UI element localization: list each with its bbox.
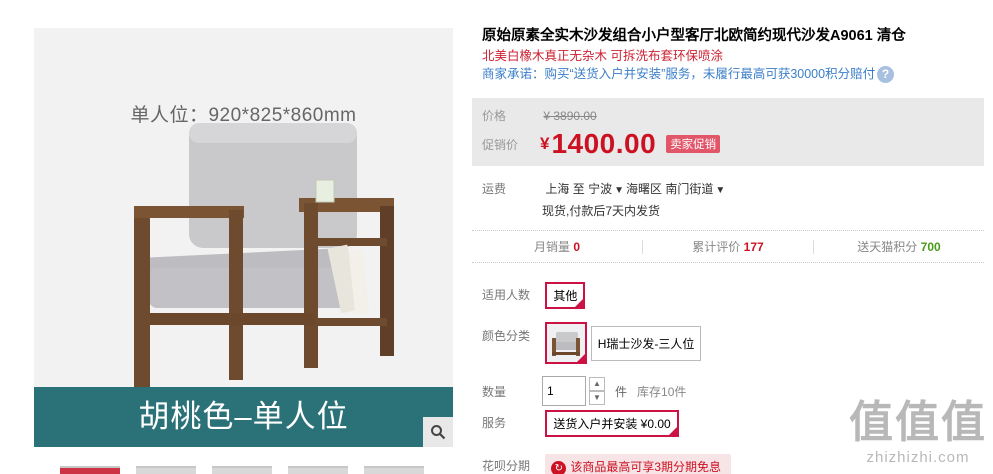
- color-option[interactable]: H瑞士沙发-三人位: [590, 325, 702, 361]
- promo-price-label: 促销价: [482, 137, 519, 152]
- stat-label: 送天猫积分: [857, 239, 918, 254]
- installment-label: 花呗分期: [482, 459, 531, 473]
- product-image-gallery[interactable]: 单人位：920*825*860mm 胡桃色–单人位: [34, 28, 453, 447]
- thumbnail[interactable]: [60, 466, 120, 474]
- stats-bar: 月销量 0 累计评价 177 送天猫积分 700: [472, 230, 984, 263]
- quantity-stepper[interactable]: ▲ ▼: [589, 377, 605, 405]
- shipping-note: 现货,付款后7天内发货: [542, 204, 661, 218]
- color-row: 颜色分类 H瑞士沙发-三人位: [482, 322, 702, 364]
- shipping-district[interactable]: 海曙区: [626, 182, 662, 196]
- quantity-row: 数量 ▲ ▼ 件 库存10件: [482, 376, 686, 406]
- original-price-row: 价格 ¥ 3890.00: [482, 107, 597, 124]
- merchant-promise-text[interactable]: 商家承诺：购买“送货入户并安装”服务，未履行最高可获30000积分赔付: [482, 65, 875, 83]
- stat-reviews[interactable]: 累计评价 177: [643, 239, 814, 254]
- watermark: 值值值 zhizhizhi.com: [849, 397, 987, 467]
- merchant-promise[interactable]: 商家承诺：购买“送货入户并安装”服务，未履行最高可获30000积分赔付 ?: [482, 65, 987, 83]
- audience-label: 适用人数: [482, 288, 531, 302]
- thumbnail[interactable]: [136, 466, 196, 474]
- stat-monthly-sales: 月销量 0: [472, 239, 643, 254]
- promo-badge: 卖家促销: [666, 135, 721, 153]
- service-option[interactable]: 送货入户并安装 ¥0.00: [545, 410, 679, 437]
- sofa-image: [134, 123, 394, 388]
- audience-row: 适用人数 其他: [482, 282, 586, 309]
- help-icon[interactable]: ?: [877, 65, 895, 83]
- chevron-down-icon[interactable]: ▼: [614, 185, 624, 196]
- promo-price-row: 促销价 ¥ 1400.00 卖家促销: [482, 128, 721, 160]
- quantity-unit: 件: [615, 384, 628, 399]
- watermark-logo: 值值值: [849, 397, 987, 448]
- installment-icon: ↻: [551, 461, 567, 474]
- shipping-destination[interactable]: 上海 至 宁波 ▼ 海曙区 南门街道 ▼: [545, 180, 727, 197]
- installment-text: 该商品最高可享3期分期免息: [570, 460, 722, 474]
- shipping-from: 上海: [545, 182, 570, 196]
- shipping-label: 运费: [482, 182, 507, 196]
- service-row: 服务 送货入户并安装 ¥0.00: [482, 410, 679, 437]
- thumbnail[interactable]: [288, 466, 348, 474]
- installment-tag[interactable]: ↻ 该商品最高可享3期分期免息: [545, 454, 732, 474]
- shipping-row: 运费 上海 至 宁波 ▼ 海曙区 南门街道 ▼ 现货,付款后7天内发货: [482, 180, 727, 218]
- chevron-down-icon[interactable]: ▼: [715, 185, 725, 196]
- product-title: 原始原素全实木沙发组合小户型客厅北欧简约现代沙发A9061 清仓: [482, 28, 906, 44]
- thumbnail[interactable]: [212, 466, 272, 474]
- color-label: 颜色分类: [482, 329, 531, 343]
- search-icon: [431, 425, 446, 440]
- stat-value: 700: [920, 239, 941, 254]
- color-swatch-selected[interactable]: [545, 322, 588, 364]
- check-icon: [667, 426, 678, 436]
- quantity-decrease-button[interactable]: ▼: [589, 391, 605, 405]
- shipping-street[interactable]: 南门街道: [665, 182, 713, 196]
- service-label: 服务: [482, 416, 507, 430]
- product-info-panel: 原始原素全实木沙发组合小户型客厅北欧简约现代沙发A9061 清仓 北美白橡木真正…: [472, 26, 987, 474]
- zoom-button[interactable]: [423, 417, 453, 447]
- stat-label: 月销量: [533, 239, 570, 254]
- currency-symbol: ¥: [540, 134, 550, 153]
- stock-count: 库存10件: [637, 384, 687, 399]
- product-subtitle: 北美白橡木真正无杂木 可拆洗布套环保喷涂: [482, 49, 723, 63]
- original-price: ¥ 3890.00: [543, 109, 597, 123]
- quantity-label: 数量: [482, 384, 507, 399]
- stat-value: 0: [573, 239, 581, 254]
- color-banner: 胡桃色–单人位: [34, 387, 453, 447]
- stat-value[interactable]: 177: [744, 240, 764, 254]
- quantity-input[interactable]: [542, 376, 586, 406]
- thumbnail-strip: [60, 466, 424, 474]
- shipping-to-word: 至: [572, 182, 585, 196]
- check-icon: [576, 353, 587, 363]
- shipping-city[interactable]: 宁波: [588, 182, 612, 196]
- service-option-text: 送货入户并安装 ¥0.00: [553, 417, 671, 431]
- audience-option[interactable]: 其他: [545, 282, 586, 309]
- stat-label[interactable]: 累计评价: [692, 240, 740, 254]
- price-box: 价格 ¥ 3890.00 促销价 ¥ 1400.00 卖家促销: [472, 98, 984, 166]
- installment-row: 花呗分期 ↻ 该商品最高可享3期分期免息: [482, 454, 732, 474]
- watermark-url: zhizhizhi.com: [866, 449, 970, 466]
- original-price-label: 价格: [482, 109, 507, 123]
- promo-price: 1400.00: [551, 128, 657, 159]
- quantity-increase-button[interactable]: ▲: [589, 377, 605, 391]
- check-icon: [574, 298, 585, 308]
- thumbnail[interactable]: [364, 466, 424, 474]
- stat-points: 送天猫积分 700: [814, 240, 984, 254]
